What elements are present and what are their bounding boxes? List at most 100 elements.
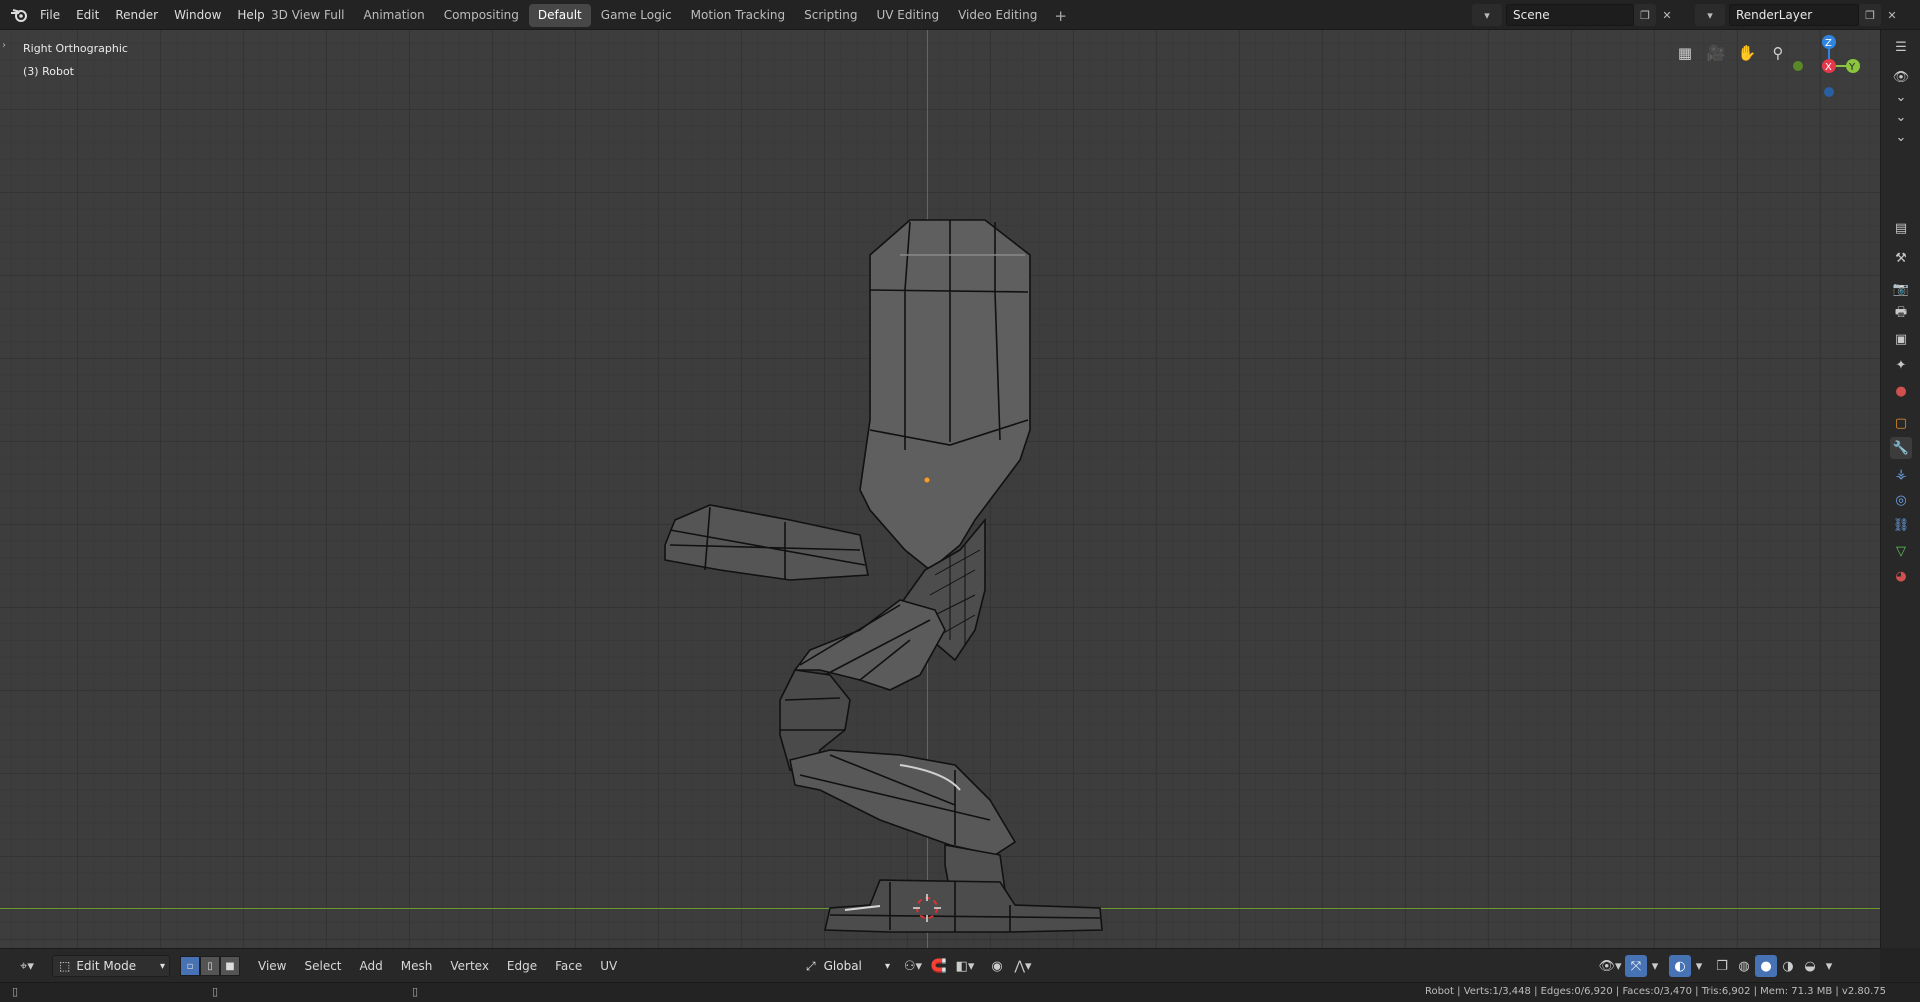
face-select-icon[interactable]: ■ — [220, 956, 240, 976]
robot-mesh[interactable] — [0, 30, 1880, 948]
material-icon[interactable]: ◕ — [1890, 565, 1912, 587]
orientation-label: Global — [823, 959, 862, 973]
menu-face[interactable]: Face — [546, 959, 591, 973]
render-properties-icon[interactable]: 📷 — [1890, 278, 1912, 300]
main-menu: File Edit Render Window Help — [32, 0, 273, 30]
add-workspace-icon[interactable]: + — [1047, 7, 1074, 25]
gizmo-y-label: Y — [1848, 62, 1856, 73]
workspace-tabs: 3D View Full Animation Compositing Defau… — [262, 4, 1074, 27]
editor-type-icon[interactable]: ⌖▾ — [10, 955, 44, 977]
gizmo-neg-z-icon[interactable] — [1824, 87, 1834, 97]
gizmo-z-label: Z — [1825, 38, 1832, 49]
navigation-gizmo[interactable]: Z Y X — [1785, 34, 1865, 114]
falloff-icon[interactable]: ⋀▾ — [1008, 955, 1038, 977]
viewport-header: ⌖▾ ⬚ Edit Mode ▾ ▫ ▯ ■ View Select Add M… — [0, 948, 1880, 982]
menu-edge[interactable]: Edge — [498, 959, 546, 973]
chevron-down-icon: ▾ — [159, 960, 165, 972]
menu-edit[interactable]: Edit — [68, 8, 107, 22]
pan-hand-icon[interactable]: ✋ — [1734, 40, 1760, 66]
vertex-select-icon[interactable]: ▫ — [180, 956, 200, 976]
tab-scripting[interactable]: Scripting — [795, 4, 866, 27]
menu-window[interactable]: Window — [166, 8, 229, 22]
render-layer-new-icon[interactable]: ❐ — [1859, 4, 1881, 26]
modifier-wrench-icon[interactable]: 🔧 — [1890, 437, 1912, 459]
gizmo-dropdown-icon[interactable]: ▾ — [1647, 955, 1663, 977]
object-properties-icon[interactable]: ▢ — [1890, 412, 1912, 434]
pivot-point-icon[interactable]: ⚇▾ — [898, 955, 928, 977]
tab-compositing[interactable]: Compositing — [435, 4, 528, 27]
show-overlays-icon[interactable]: ◐ — [1669, 955, 1691, 977]
constraints-icon[interactable]: ⛓ — [1890, 514, 1912, 536]
origin-point — [924, 477, 930, 483]
show-gizmo-icon[interactable]: ⤧ — [1625, 955, 1647, 977]
wireframe-shading-icon[interactable]: ◍ — [1733, 955, 1755, 977]
mesh-data-icon[interactable]: ▽ — [1890, 540, 1912, 562]
menu-select[interactable]: Select — [295, 959, 350, 973]
tab-uv-editing[interactable]: UV Editing — [868, 4, 949, 27]
blender-logo-icon[interactable] — [10, 7, 28, 23]
solid-shading-icon[interactable]: ● — [1755, 955, 1777, 977]
select-mode-buttons: ▫ ▯ ■ — [180, 956, 240, 976]
menu-add[interactable]: Add — [351, 959, 392, 973]
menu-file[interactable]: File — [32, 8, 68, 22]
rendered-shading-icon[interactable]: ◒ — [1799, 955, 1821, 977]
menu-uv[interactable]: UV — [591, 959, 626, 973]
tool-properties-icon[interactable]: ⚒ — [1890, 247, 1912, 269]
mode-dropdown[interactable]: ⬚ Edit Mode ▾ — [52, 955, 170, 977]
particles-icon[interactable]: ⚶ — [1890, 463, 1912, 485]
editor-type-selector[interactable]: ⌖▾ — [10, 955, 44, 977]
menu-vertex[interactable]: Vertex — [441, 959, 498, 973]
view-object-types-icon[interactable]: 👁▾ — [1595, 955, 1625, 977]
collapse-1-icon[interactable]: ⌄ — [1890, 86, 1912, 108]
xray-toggle-icon[interactable]: ❐ — [1711, 955, 1733, 977]
render-layer-close-icon[interactable]: ✕ — [1881, 4, 1903, 26]
collapse-3-icon[interactable]: ⌄ — [1890, 126, 1912, 148]
mouse-right-icon: ▯ — [412, 985, 419, 998]
scene-selector: ▾ Scene ❐ ✕ — [1472, 3, 1678, 27]
shading-dropdown-icon[interactable]: ▾ — [1821, 955, 1837, 977]
tab-motion-tracking[interactable]: Motion Tracking — [682, 4, 794, 27]
outliner-display-icon[interactable]: ☰ — [1890, 36, 1912, 58]
collapse-2-icon[interactable]: ⌄ — [1890, 106, 1912, 128]
world-properties-icon[interactable]: ● — [1890, 380, 1912, 402]
output-properties-icon[interactable]: 🖶 — [1890, 303, 1912, 325]
top-bar: File Edit Render Window Help 3D View Ful… — [0, 0, 1920, 30]
scene-name-field[interactable]: Scene — [1506, 4, 1634, 26]
snap-icon[interactable]: 🧲 — [928, 955, 950, 977]
overlays-dropdown-icon[interactable]: ▾ — [1691, 955, 1707, 977]
scene-close-icon[interactable]: ✕ — [1656, 4, 1678, 26]
edit-mode-icon: ⬚ — [59, 959, 71, 973]
properties-sidebar: ☰ 👁 ⌄ ⌄ ⌄ ▤ ⚒ 📷 🖶 ▣ ✦ ● ▢ 🔧 ⚶ ◎ ⛓ ▽ ◕ — [1880, 30, 1920, 948]
mode-label: Edit Mode — [76, 959, 137, 973]
render-layer-name-field[interactable]: RenderLayer — [1729, 4, 1859, 26]
gizmo-x-label: X — [1825, 62, 1832, 73]
edge-select-icon[interactable]: ▯ — [200, 956, 220, 976]
snap-target-icon[interactable]: ◧▾ — [950, 955, 980, 977]
transform-orientation-dropdown[interactable]: ⤢ Global ▾ — [800, 955, 890, 977]
proportional-edit-icon[interactable]: ◉ — [986, 955, 1008, 977]
material-preview-icon[interactable]: ◑ — [1777, 955, 1799, 977]
gizmo-neg-y-icon[interactable] — [1793, 61, 1803, 71]
tab-game-logic[interactable]: Game Logic — [592, 4, 681, 27]
menu-view[interactable]: View — [249, 959, 295, 973]
view-layer-icon[interactable]: ▣ — [1890, 328, 1912, 350]
orientation-icon: ⤢ — [806, 958, 816, 973]
scene-browse-icon[interactable]: ▾ — [1472, 4, 1502, 26]
toggle-ortho-grid-icon[interactable]: ▦ — [1672, 40, 1698, 66]
tab-3d-view-full[interactable]: 3D View Full — [262, 4, 354, 27]
viewport-nav-icons: ▦ 🎥 ✋ ⚲ — [1672, 40, 1796, 66]
scene-new-icon[interactable]: ❐ — [1634, 4, 1656, 26]
scene-properties-icon[interactable]: ✦ — [1890, 354, 1912, 376]
tab-default[interactable]: Default — [528, 4, 591, 27]
menu-render[interactable]: Render — [107, 8, 166, 22]
tab-video-editing[interactable]: Video Editing — [949, 4, 1046, 27]
camera-view-icon[interactable]: 🎥 — [1703, 40, 1729, 66]
menu-mesh[interactable]: Mesh — [392, 959, 442, 973]
render-layer-browse-icon[interactable]: ▾ — [1695, 4, 1725, 26]
header-menus: View Select Add Mesh Vertex Edge Face UV — [249, 955, 626, 977]
properties-editor-icon[interactable]: ▤ — [1890, 217, 1912, 239]
3d-viewport[interactable]: › Right Orthographic (3) Robot ▦ 🎥 ✋ ⚲ Z… — [0, 30, 1880, 948]
physics-icon[interactable]: ◎ — [1890, 489, 1912, 511]
visibility-eye-icon[interactable]: 👁 — [1890, 66, 1912, 88]
tab-animation[interactable]: Animation — [355, 4, 434, 27]
